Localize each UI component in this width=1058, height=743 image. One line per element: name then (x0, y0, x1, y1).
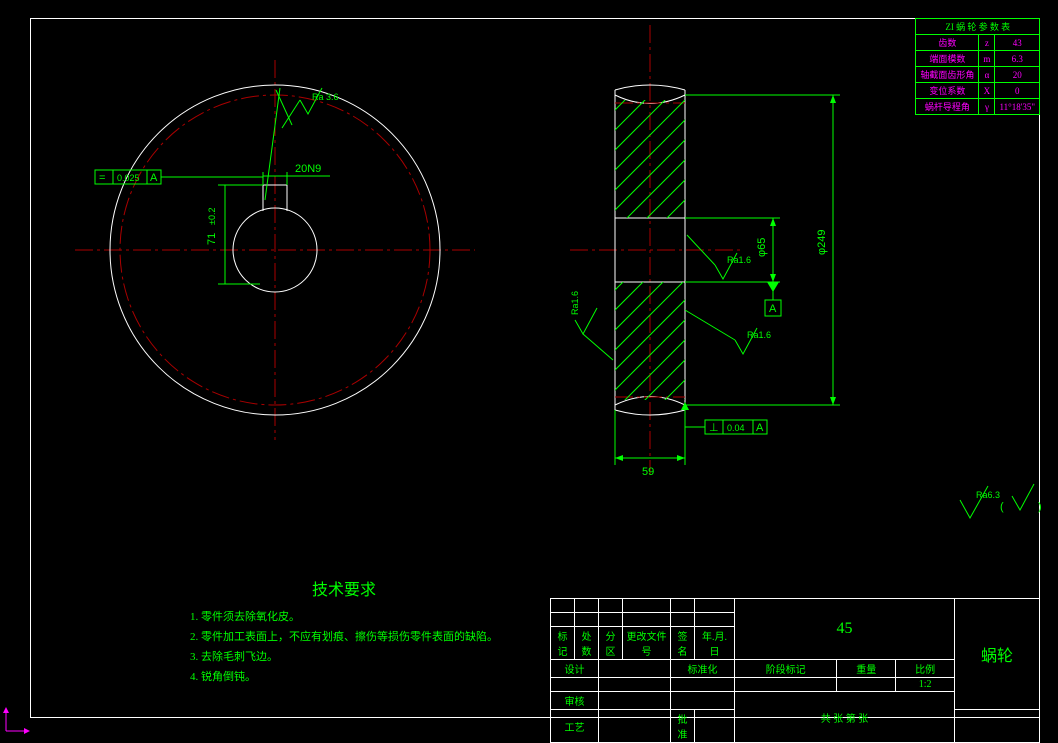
svg-text:Ra6.3: Ra6.3 (976, 490, 1000, 500)
svg-text:0.04: 0.04 (727, 423, 745, 433)
dim-phi249: φ249 (816, 230, 828, 256)
fcf-perp: ⊥ 0.04 A (681, 402, 767, 434)
surface-ra-mid: Ra1.6 (687, 235, 751, 279)
svg-text:A: A (150, 172, 158, 184)
surface-global: Ra6.3 (960, 486, 1000, 518)
svg-text:0.025: 0.025 (117, 173, 140, 183)
surface-paren: ( ) (1000, 484, 1042, 513)
svg-text:±0.2: ±0.2 (207, 208, 217, 225)
front-view: 20N9 = 0.025 A 71 ±0.2 Ra 3.6 (75, 60, 475, 440)
svg-text:Ra1.6: Ra1.6 (570, 291, 580, 315)
datum-a: A (765, 282, 781, 316)
svg-text:Ra1.6: Ra1.6 (747, 330, 771, 340)
title-block: 45 蜗轮 标记处数 分区更改文件号 签名年.月.日 设计 标准化 阶段标记重量… (550, 598, 1040, 718)
dim-phi65: φ65 (756, 238, 768, 257)
svg-text:A: A (769, 303, 777, 315)
svg-text:Ra1.6: Ra1.6 (727, 255, 751, 265)
svg-text:A: A (756, 422, 764, 434)
dim-71: 71 (206, 233, 218, 245)
surface-ra-left: Ra1.6 (570, 291, 613, 360)
dim-key-width: 20N9 (295, 163, 321, 175)
svg-text:=: = (99, 172, 105, 184)
svg-text:Ra 3.6: Ra 3.6 (312, 92, 339, 102)
svg-text:): ) (1038, 501, 1042, 513)
dim-59: 59 (642, 466, 654, 478)
surface-ra-lower: Ra1.6 (685, 310, 771, 354)
ucs-icon (2, 705, 32, 735)
tech-requirements: 技术要求 1. 零件须去除氧化皮。 2. 零件加工表面上，不应有划痕、擦伤等损伤… (190, 576, 498, 688)
parameter-table: ZI 蜗 轮 参 数 表 齿数z43 端面模数m6.3 轴截面齿形角α20 变位… (915, 18, 1040, 115)
fcf-runout: = 0.025 A (95, 170, 263, 184)
svg-text:(: ( (1000, 501, 1004, 513)
svg-text:⊥: ⊥ (709, 422, 719, 434)
